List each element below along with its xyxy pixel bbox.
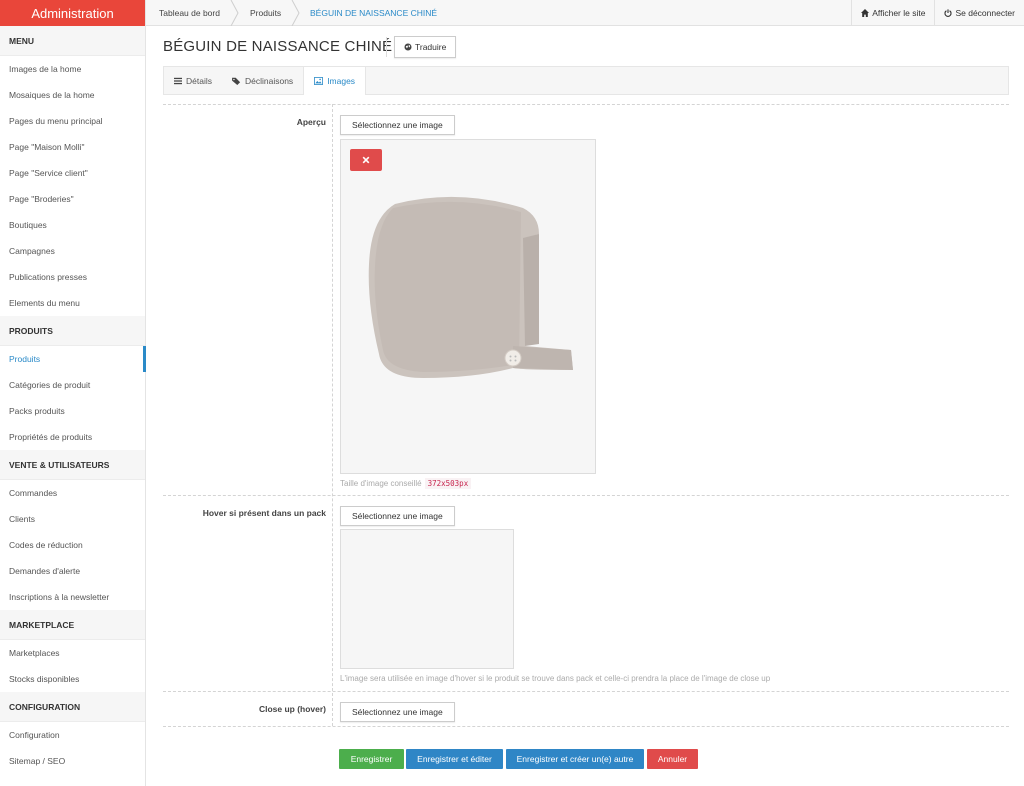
apercu-help-text: Taille d'image conseillé 372x503px <box>340 478 472 489</box>
translate-button[interactable]: Traduire <box>394 36 457 58</box>
bonnet-product-image <box>368 196 573 378</box>
sidebar: Administration MENU Images de la home Mo… <box>0 0 146 786</box>
hover-select-button[interactable]: Sélectionnez une image <box>340 506 455 526</box>
list-icon <box>174 77 182 84</box>
sidebar-item-commandes[interactable]: Commandes <box>0 480 145 506</box>
sidebar-section-marketplace: MARKETPLACE <box>0 610 145 640</box>
view-site-label: Afficher le site <box>872 8 926 18</box>
form-divider <box>163 495 1009 496</box>
apercu-size-code: 372x503px <box>424 478 472 489</box>
save-button[interactable]: Enregistrer <box>339 749 404 769</box>
sidebar-item-newsletter[interactable]: Inscriptions à la newsletter <box>0 584 145 610</box>
apercu-help-label: Taille d'image conseillé <box>340 479 422 488</box>
tab-declinaisons[interactable]: Déclinaisons <box>222 67 303 94</box>
sidebar-item-packs[interactable]: Packs produits <box>0 398 145 424</box>
topbar: Tableau de bord Produits BÉGUIN DE NAISS… <box>146 0 1024 26</box>
title-divider <box>386 37 387 57</box>
tab-label: Détails <box>186 75 212 86</box>
sidebar-section-vente: VENTE & UTILISATEURS <box>0 450 145 480</box>
closeup-select-button[interactable]: Sélectionnez une image <box>340 702 455 722</box>
delete-image-button[interactable] <box>350 149 382 171</box>
sidebar-item-demandes-alerte[interactable]: Demandes d'alerte <box>0 558 145 584</box>
sidebar-item-proprietes[interactable]: Propriétés de produits <box>0 424 145 450</box>
sidebar-item-sitemap[interactable]: Sitemap / SEO <box>0 748 145 774</box>
closeup-label: Close up (hover) <box>258 704 326 714</box>
form-divider <box>163 104 1009 105</box>
image-icon <box>314 77 324 85</box>
sidebar-item-boutiques[interactable]: Boutiques <box>0 212 145 238</box>
sidebar-item-elements-menu[interactable]: Elements du menu <box>0 290 145 316</box>
sidebar-item-campagnes[interactable]: Campagnes <box>0 238 145 264</box>
save-edit-button[interactable]: Enregistrer et éditer <box>406 749 503 769</box>
apercu-select-button[interactable]: Sélectionnez une image <box>340 115 455 135</box>
sidebar-item-pages-menu[interactable]: Pages du menu principal <box>0 108 145 134</box>
sidebar-section-produits: PRODUITS <box>0 316 145 346</box>
sidebar-item-codes-reduction[interactable]: Codes de réduction <box>0 532 145 558</box>
save-new-button[interactable]: Enregistrer et créer un(e) autre <box>506 749 644 769</box>
breadcrumb-tableau-de-bord[interactable]: Tableau de bord <box>159 0 220 26</box>
view-site-link[interactable]: Afficher le site <box>851 0 934 26</box>
hover-image-placeholder <box>340 529 514 669</box>
breadcrumb-chevron-icon <box>291 0 300 26</box>
globe-icon <box>404 43 412 51</box>
sidebar-item-images-home[interactable]: Images de la home <box>0 56 145 82</box>
sidebar-item-configuration[interactable]: Configuration <box>0 722 145 748</box>
tab-details[interactable]: Détails <box>164 67 222 94</box>
form-divider <box>163 691 1009 692</box>
tags-icon <box>232 77 241 85</box>
hover-help-text: L'image sera utilisée en image d'hover s… <box>340 674 771 683</box>
sidebar-section-menu: MENU <box>0 26 145 56</box>
hover-label: Hover si présent dans un pack <box>202 508 326 518</box>
breadcrumb-chevron-icon <box>230 0 239 26</box>
sidebar-item-clients[interactable]: Clients <box>0 506 145 532</box>
tab-images[interactable]: Images <box>303 67 367 95</box>
apercu-image-preview <box>340 139 596 474</box>
tab-label: Déclinaisons <box>244 75 294 86</box>
logout-label: Se déconnecter <box>955 8 1015 18</box>
sidebar-item-categories[interactable]: Catégories de produit <box>0 372 145 398</box>
sidebar-item-page-service-client[interactable]: Page "Service client" <box>0 160 145 186</box>
tab-label: Images <box>327 76 356 86</box>
logout-link[interactable]: Se déconnecter <box>934 0 1024 26</box>
sidebar-item-marketplaces[interactable]: Marketplaces <box>0 640 145 666</box>
sidebar-item-mosaiques-home[interactable]: Mosaiques de la home <box>0 82 145 108</box>
sidebar-item-page-broderies[interactable]: Page "Broderies" <box>0 186 145 212</box>
main-content: BÉGUIN DE NAISSANCE CHINÉ Traduire Détai… <box>146 26 1024 786</box>
form-column-divider <box>332 104 333 726</box>
breadcrumb-current: BÉGUIN DE NAISSANCE CHINÉ <box>310 8 438 18</box>
brand-title[interactable]: Administration <box>0 0 145 26</box>
sidebar-section-configuration: CONFIGURATION <box>0 692 145 722</box>
sidebar-item-produits[interactable]: Produits <box>0 346 146 372</box>
breadcrumb-produits[interactable]: Produits <box>250 0 281 26</box>
cancel-button[interactable]: Annuler <box>647 749 698 769</box>
close-icon <box>362 156 370 164</box>
page-title: BÉGUIN DE NAISSANCE CHINÉ <box>163 38 393 55</box>
sidebar-item-page-maison-molli[interactable]: Page "Maison Molli" <box>0 134 145 160</box>
apercu-label: Aperçu <box>296 117 326 127</box>
sidebar-item-stocks[interactable]: Stocks disponibles <box>0 666 145 692</box>
tab-bar: Détails Déclinaisons Images <box>163 66 1009 95</box>
home-icon <box>861 9 870 17</box>
power-icon <box>944 9 953 17</box>
sidebar-item-publications[interactable]: Publications presses <box>0 264 145 290</box>
translate-label: Traduire <box>415 42 447 52</box>
form-divider <box>163 726 1009 727</box>
